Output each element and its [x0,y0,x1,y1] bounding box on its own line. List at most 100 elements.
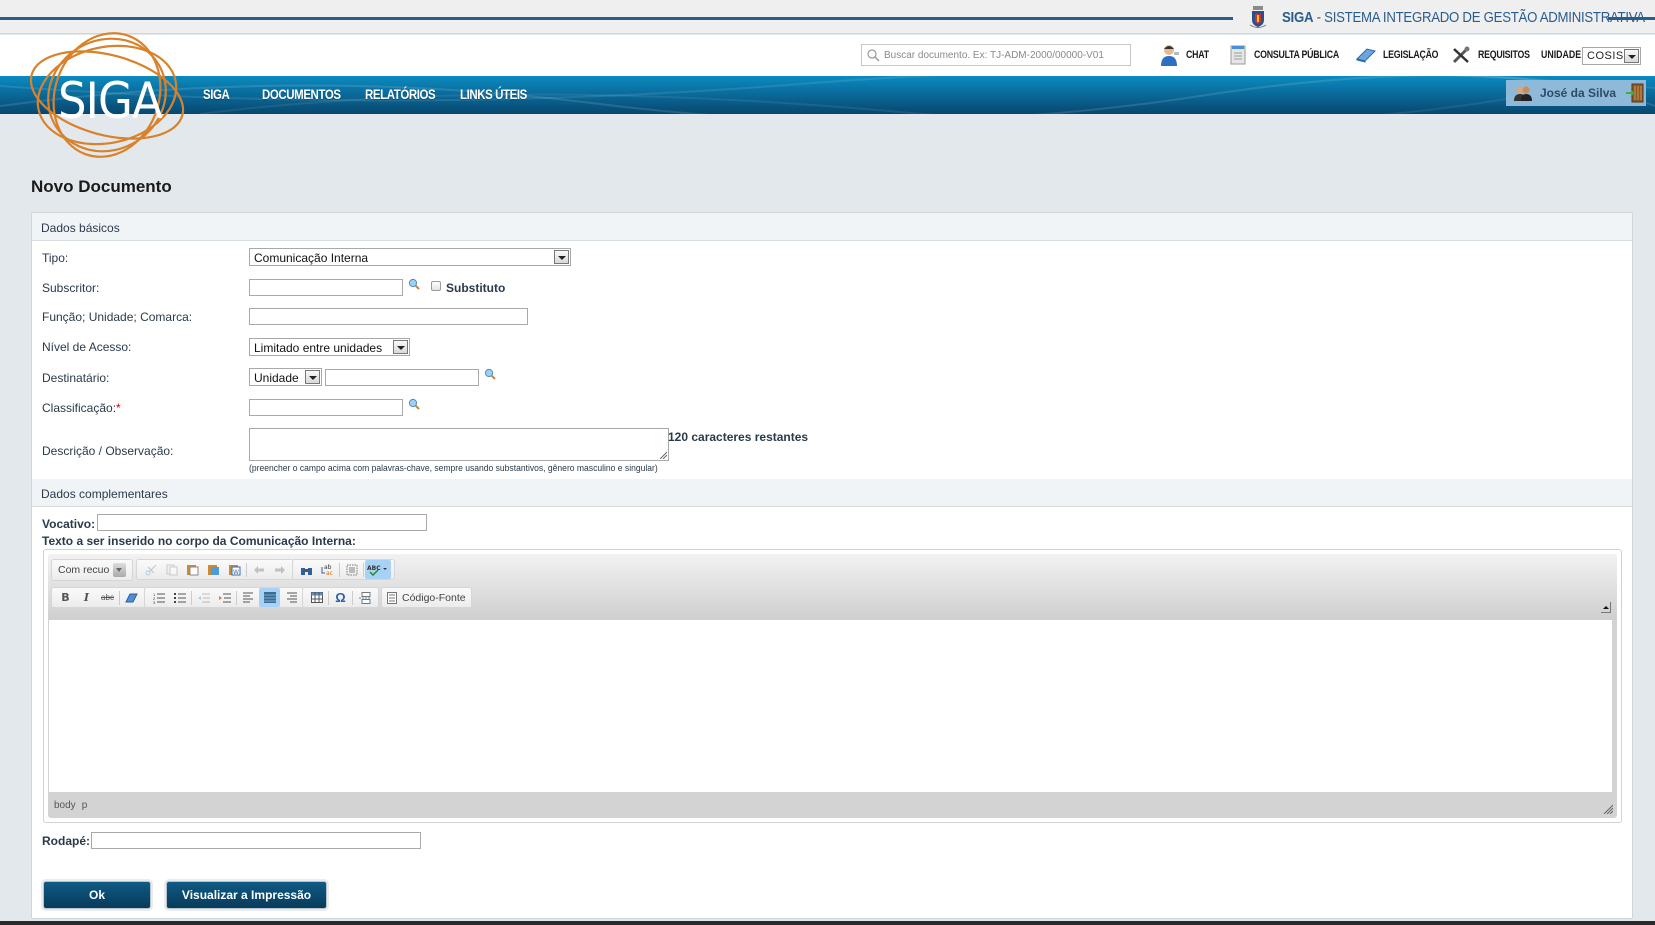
bottom-edge [0,921,1655,925]
nav-links-uteis[interactable]: LINKS ÚTEIS [460,86,527,102]
format-select[interactable]: Com recuo [55,563,129,577]
italic-button[interactable]: I [76,588,97,607]
search-input[interactable] [884,47,1128,63]
format-value: Com recuo [58,564,110,576]
spellcheck-button[interactable]: ABC [365,560,391,579]
nav-relatorios[interactable]: RELATÓRIOS [365,86,436,102]
bulleted-list-button[interactable] [169,588,190,607]
insert-group: Ω [302,587,379,608]
copy-button[interactable] [161,560,182,579]
rodape-label: Rodapé: [42,834,90,848]
indent-icon [218,593,231,602]
bold-button[interactable]: B [55,588,76,607]
system-title: SIGA - SISTEMA INTEGRADO DE GESTÃO ADMIN… [1282,9,1645,26]
paste-button[interactable] [182,560,203,579]
texto-label: Texto a ser inserido no corpo da Comunic… [42,534,356,548]
consulta-publica-link[interactable]: CONSULTA PÚBLICA [1230,43,1360,67]
align-justify-icon [263,592,276,603]
document-search[interactable] [861,44,1131,66]
unidade-select[interactable]: COSIS [1582,47,1641,65]
scissors-icon [145,564,156,575]
document-form: Dados básicos Tipo: Comunicação Interna … [31,212,1633,919]
select-all-button[interactable] [341,560,362,579]
classificacao-search-icon[interactable] [408,398,420,410]
spellcheck-icon: ABC [367,565,387,576]
editing-group: ab ac ABC [292,559,395,580]
align-right-button[interactable] [280,588,301,607]
strike-button[interactable]: abc [97,588,118,607]
paste-word-button[interactable]: W [224,560,245,579]
ok-button[interactable]: Ok [43,881,151,909]
section-header-basic: Dados básicos [32,213,1632,241]
vocativo-input[interactable] [97,514,427,531]
nav-siga[interactable]: SIGA [203,86,230,102]
substituto-label: Substituto [446,281,506,295]
tipo-select[interactable]: Comunicação Interna [249,248,571,266]
nivel-acesso-label: Nível de Acesso: [42,340,132,354]
remove-format-button[interactable] [121,588,142,607]
rodape-input[interactable] [91,832,421,849]
chevron-down-icon [554,250,569,264]
indent-button[interactable] [214,588,235,607]
preview-button[interactable]: Visualizar a Impressão [166,881,327,909]
path-body[interactable]: body [54,800,76,811]
legislacao-link[interactable]: LEGISLAÇÃO [1355,43,1452,67]
special-char-button[interactable]: Ω [330,588,351,607]
cut-button[interactable] [140,560,161,579]
redo-button[interactable] [269,560,290,579]
destinatario-search-icon[interactable] [484,368,496,380]
chevron-down-icon [1624,49,1639,63]
editor-content-area[interactable] [49,620,1612,792]
numbered-list-button[interactable]: 123 [148,588,169,607]
chat-label: CHAT [1186,49,1209,61]
paste-text-icon [208,565,219,575]
requisitos-label: REQUISITOS [1478,49,1530,61]
paste-text-button[interactable] [203,560,224,579]
page-break-button[interactable] [354,588,375,607]
collapse-toolbar-button[interactable] [1601,602,1611,613]
destinatario-type-select[interactable]: Unidade [249,368,322,386]
strikethrough-icon: abc [101,593,114,602]
document-icon [1230,45,1246,65]
path-p[interactable]: p [82,800,88,811]
unidade-value: COSIS [1587,50,1624,62]
align-justify-button[interactable] [259,588,280,607]
logout-door-icon[interactable] [1626,83,1644,103]
align-left-button[interactable] [238,588,259,607]
requisitos-link[interactable]: REQUISITOS [1452,43,1543,67]
find-button[interactable] [296,560,317,579]
classificacao-input[interactable] [249,399,403,416]
svg-text:ac: ac [326,570,333,576]
nav-documentos[interactable]: DOCUMENTOS [262,86,341,102]
table-button[interactable] [306,588,327,607]
subscritor-input[interactable] [249,279,403,296]
destinatario-input[interactable] [325,369,479,386]
required-marker: * [116,401,121,415]
undo-icon [253,565,264,574]
user-menu[interactable]: José da Silva [1506,80,1646,106]
navbar-wave-decoration [0,76,1655,114]
rich-text-editor: Com recuo W ab ac ABC B I abc 1 2 3 Ω Có… [43,549,1622,823]
funcao-input[interactable] [249,308,528,325]
main-navbar: SIGA DOCUMENTOS RELATÓRIOS LINKS ÚTEIS [0,76,1655,114]
nivel-acesso-select[interactable]: Limitado entre unidades [249,338,410,356]
chat-link[interactable]: CHAT [1160,43,1215,67]
redo-icon [274,565,285,574]
classificacao-label-text: Classificação: [42,401,117,415]
descricao-textarea[interactable] [249,428,669,461]
subscritor-search-icon[interactable] [408,278,420,290]
binoculars-icon [301,567,312,575]
undo-button[interactable] [248,560,269,579]
outdent-button[interactable] [193,588,214,607]
legislacao-label: LEGISLAÇÃO [1383,49,1439,61]
svg-text:3: 3 [153,600,156,604]
paste-word-icon: W [229,565,241,576]
book-icon [1356,48,1376,63]
page-title: Novo Documento [31,177,172,196]
editor-resize-icon[interactable] [1603,804,1613,814]
replace-button[interactable]: ab ac [317,560,338,579]
source-button[interactable]: Código-Fonte [387,591,466,604]
resize-grip-icon[interactable] [659,451,667,459]
substituto-checkbox[interactable] [431,281,441,291]
paragraph-group: 123 [144,587,305,608]
